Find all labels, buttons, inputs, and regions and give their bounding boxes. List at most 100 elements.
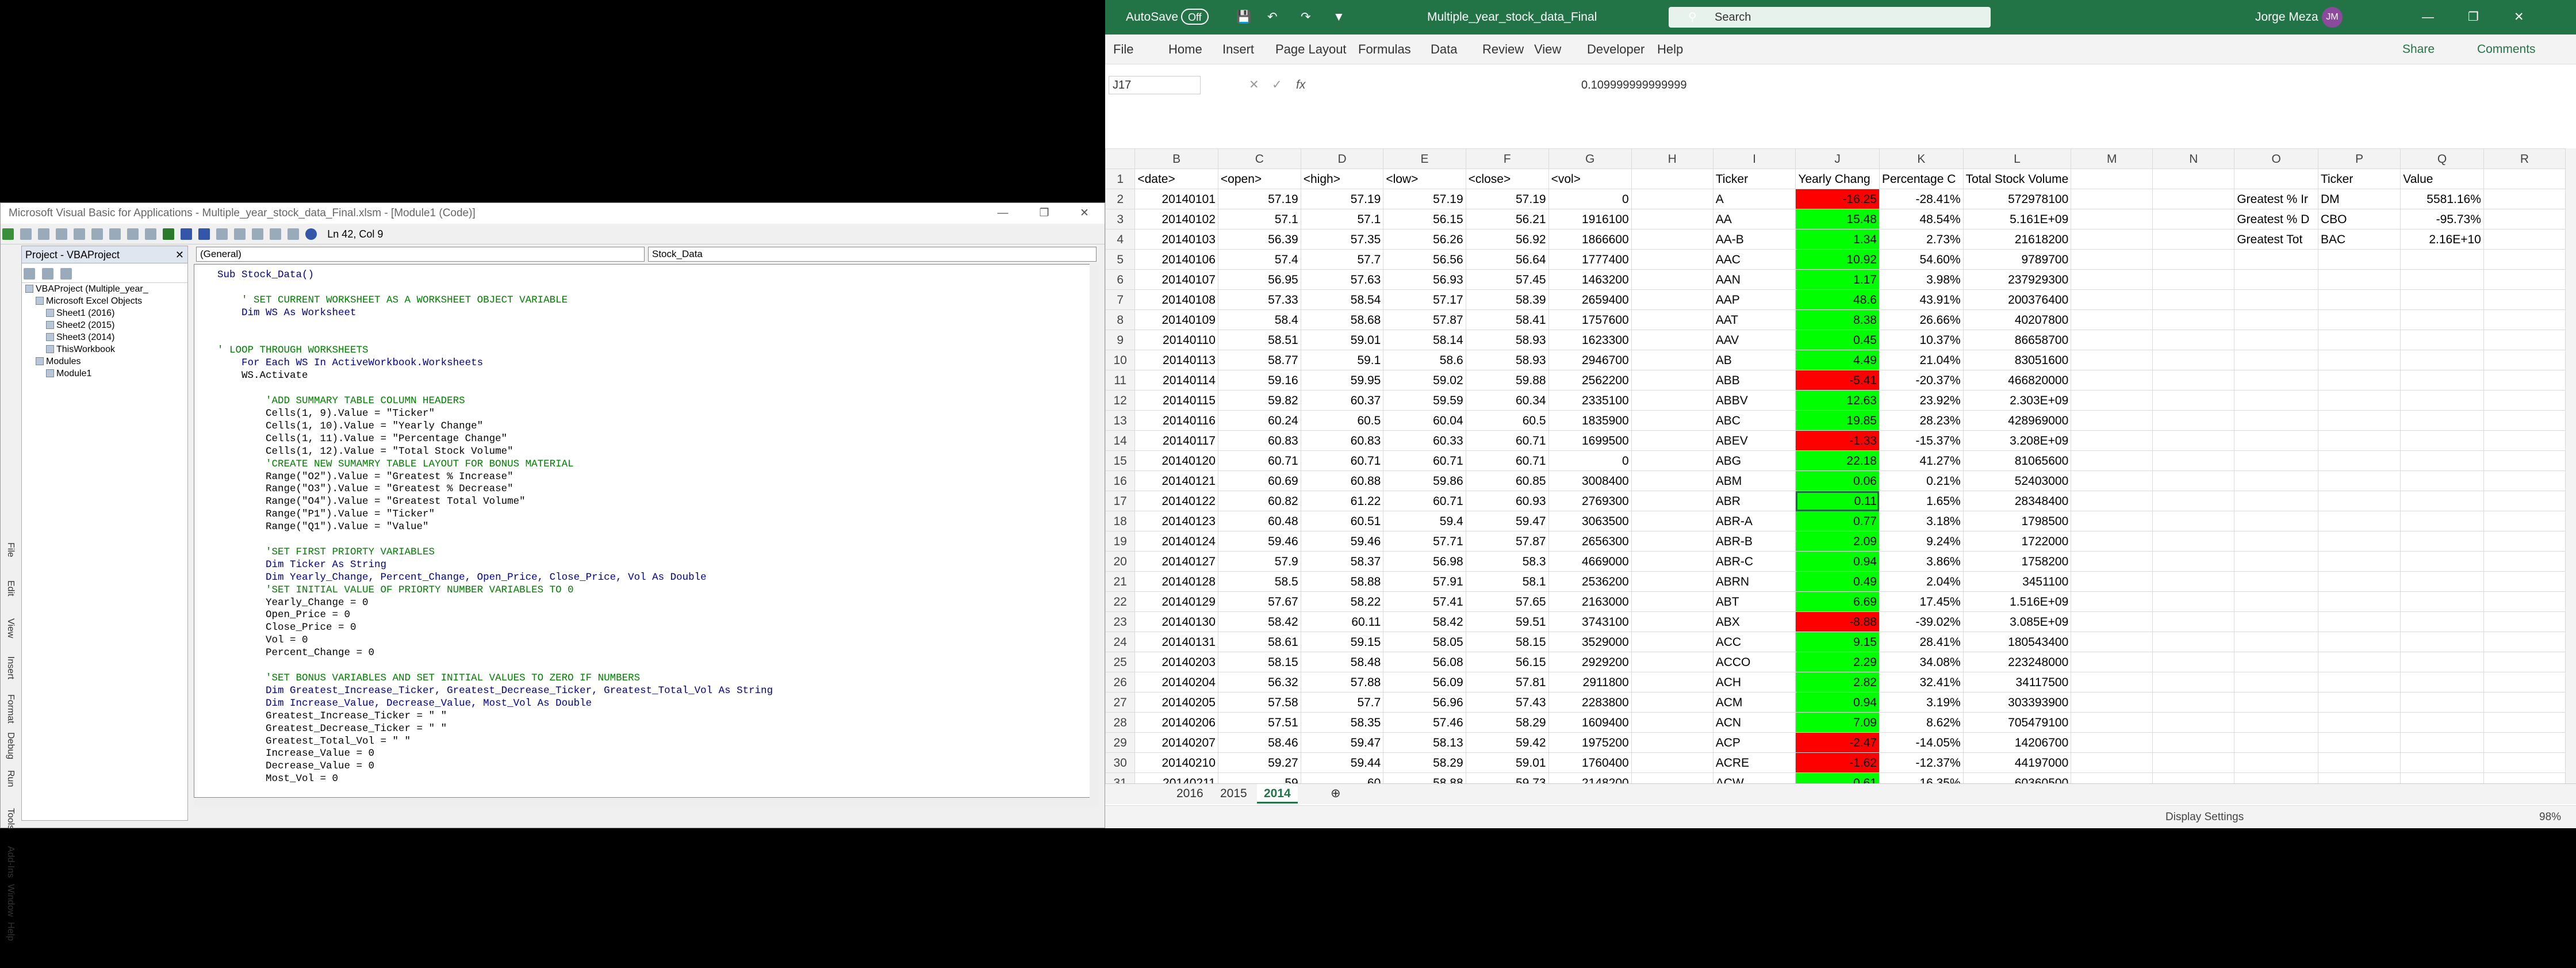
save-icon[interactable]: 💾 <box>1236 0 1251 35</box>
cell[interactable] <box>1631 350 1713 370</box>
cell[interactable]: 60.24 <box>1217 410 1301 431</box>
cell[interactable]: 58.68 <box>1300 309 1384 330</box>
cell[interactable]: Ticker <box>2317 169 2401 189</box>
cell[interactable] <box>2483 652 2566 672</box>
cut-icon[interactable] <box>56 228 68 240</box>
cell[interactable] <box>2152 169 2235 189</box>
sheet-tab-2015[interactable]: 2015 <box>1213 784 1254 804</box>
cell[interactable]: 10.37% <box>1879 330 1964 350</box>
cell[interactable]: 57.91 <box>1383 571 1466 592</box>
cell[interactable]: 28.41% <box>1879 632 1964 652</box>
cell[interactable] <box>2071 652 2153 672</box>
code-line[interactable]: Open_Price = 0 <box>217 609 773 622</box>
row-header[interactable]: 18 <box>1105 511 1136 531</box>
redo-icon[interactable] <box>145 228 157 240</box>
object-browser-icon[interactable] <box>270 228 282 240</box>
cell[interactable]: 56.95 <box>1217 269 1301 290</box>
cell[interactable]: 6.69 <box>1795 591 1880 612</box>
cell[interactable]: 58.46 <box>1217 732 1301 753</box>
cell[interactable] <box>2152 450 2235 471</box>
cell[interactable] <box>2317 269 2401 290</box>
cell[interactable]: 1.516E+09 <box>1962 591 2072 612</box>
comments-button[interactable]: Comments <box>2471 39 2542 60</box>
tree-item[interactable]: VBAProject (Multiple_year_ <box>25 283 187 295</box>
cell[interactable]: 57.17 <box>1383 289 1466 310</box>
cell[interactable] <box>2400 712 2484 733</box>
cell[interactable]: -12.37% <box>1879 752 1964 773</box>
cell[interactable] <box>2152 611 2235 632</box>
cell[interactable] <box>2317 632 2401 652</box>
cell[interactable] <box>2483 269 2566 290</box>
cell[interactable] <box>2483 531 2566 552</box>
cell[interactable]: 1835900 <box>1548 410 1632 431</box>
cell[interactable] <box>2234 531 2318 552</box>
cell[interactable] <box>2483 350 2566 370</box>
cell[interactable] <box>2317 390 2401 411</box>
cell[interactable] <box>2152 732 2235 753</box>
tree-item[interactable]: ThisWorkbook <box>25 343 187 355</box>
autosave-toggle[interactable]: Off <box>1181 9 1209 25</box>
code-line[interactable] <box>217 382 773 395</box>
cell[interactable] <box>2483 410 2566 431</box>
insert-module-icon[interactable] <box>20 228 32 240</box>
cell[interactable] <box>2152 632 2235 652</box>
view-object-icon[interactable] <box>41 268 53 280</box>
column-header[interactable]: J <box>1795 148 1880 169</box>
column-header[interactable]: R <box>2483 148 2566 169</box>
cell[interactable]: 59.82 <box>1217 390 1301 411</box>
cell[interactable] <box>2317 672 2401 692</box>
row-header[interactable]: 26 <box>1105 672 1136 692</box>
cell[interactable] <box>2234 169 2318 189</box>
cell[interactable] <box>2234 350 2318 370</box>
cell[interactable]: 20140103 <box>1134 229 1218 250</box>
cell[interactable]: 57.67 <box>1217 591 1301 612</box>
code-line[interactable]: Percent_Change = 0 <box>217 647 773 660</box>
cell[interactable] <box>1631 410 1713 431</box>
cell[interactable]: 58.3 <box>1465 551 1549 572</box>
excel-view-icon[interactable] <box>2 228 14 240</box>
cell[interactable]: ACCO <box>1712 652 1796 672</box>
cell[interactable] <box>2317 652 2401 672</box>
cell[interactable]: 20140108 <box>1134 289 1218 310</box>
column-header[interactable]: N <box>2152 148 2235 169</box>
cell[interactable]: AAT <box>1712 309 1796 330</box>
cell[interactable]: 60.48 <box>1217 511 1301 531</box>
tab-page-layout[interactable]: Page Layout <box>1275 35 1347 64</box>
cell[interactable] <box>2071 209 2153 229</box>
cell[interactable]: ABRN <box>1712 571 1796 592</box>
cell[interactable] <box>2483 551 2566 572</box>
cell[interactable]: 303393900 <box>1962 692 2072 713</box>
cell[interactable] <box>1631 732 1713 753</box>
cell[interactable]: <low> <box>1383 169 1466 189</box>
cell[interactable]: 60.34 <box>1465 390 1549 411</box>
cell[interactable]: 1722000 <box>1962 531 2072 552</box>
cell[interactable]: 59.1 <box>1300 350 1384 370</box>
cell[interactable] <box>2234 249 2318 270</box>
cell[interactable]: 0.21% <box>1879 470 1964 491</box>
cell[interactable] <box>2234 712 2318 733</box>
cell[interactable] <box>2071 430 2153 451</box>
cell[interactable]: 2.04% <box>1879 571 1964 592</box>
tab-insert[interactable]: Insert <box>1222 35 1254 64</box>
cell[interactable]: AAV <box>1712 330 1796 350</box>
cell[interactable]: 60.69 <box>1217 470 1301 491</box>
cell[interactable] <box>2234 470 2318 491</box>
cell[interactable]: 180543400 <box>1962 632 2072 652</box>
cell[interactable] <box>2234 752 2318 773</box>
code-line[interactable]: WS.Activate <box>217 370 773 382</box>
cell[interactable] <box>2317 430 2401 451</box>
cell[interactable] <box>2400 591 2484 612</box>
cell[interactable]: 57.46 <box>1383 712 1466 733</box>
cell[interactable]: 52403000 <box>1962 470 2072 491</box>
cell[interactable]: 57.88 <box>1300 672 1384 692</box>
cell[interactable] <box>2071 632 2153 652</box>
tab-data[interactable]: Data <box>1431 35 1457 64</box>
cell[interactable] <box>1631 309 1713 330</box>
cell[interactable] <box>2071 330 2153 350</box>
cell[interactable]: 4669000 <box>1548 551 1632 572</box>
find-icon[interactable] <box>109 228 121 240</box>
code-line[interactable]: 'SET FIRST PRIORTY VARIABLES <box>217 546 773 559</box>
row-header[interactable]: 10 <box>1105 350 1136 370</box>
cell[interactable] <box>2234 410 2318 431</box>
row-header[interactable]: 2 <box>1105 189 1136 209</box>
